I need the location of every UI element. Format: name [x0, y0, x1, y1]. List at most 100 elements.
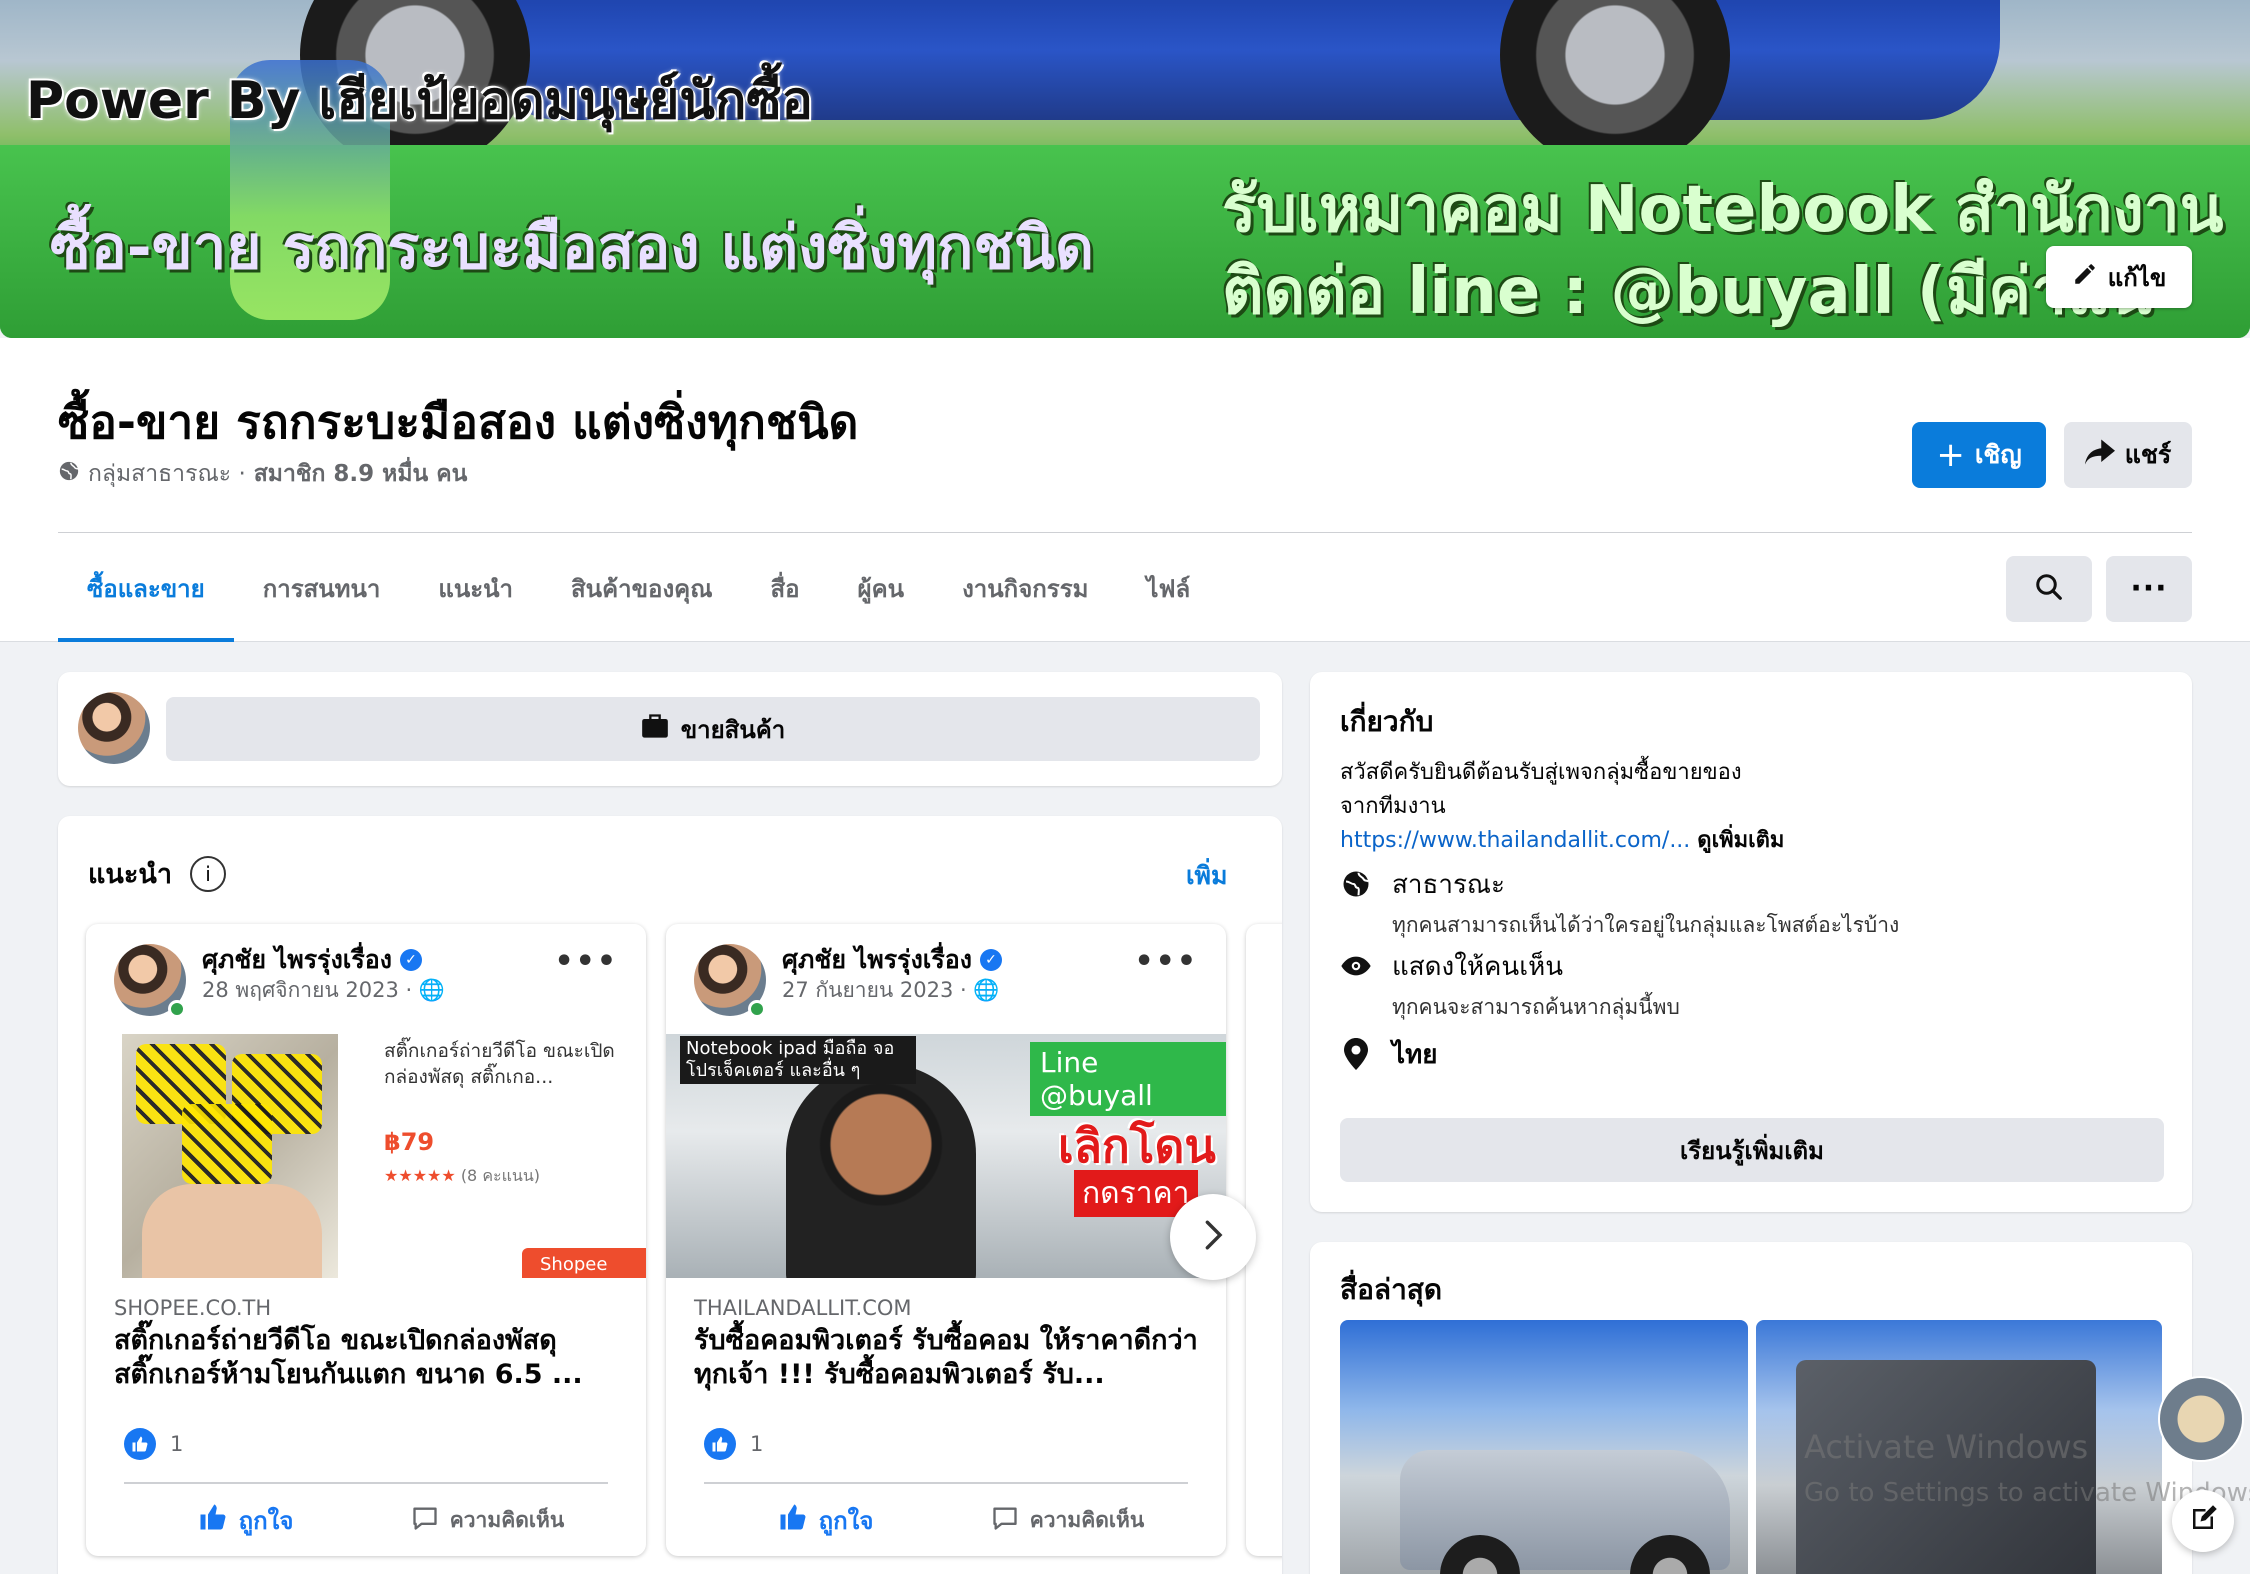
tab-media[interactable]: สื่อ [741, 534, 828, 642]
thumbs-up-icon [197, 1502, 229, 1538]
like-count: 1 [170, 1432, 184, 1456]
tape-roll-image [182, 1104, 272, 1184]
post-divider [124, 1482, 608, 1484]
post-divider [704, 1482, 1188, 1484]
share-label: แชร์ [2124, 440, 2172, 469]
post-link-preview[interactable]: Notebook ipad มือถือ จอ โปรเจ็คเตอร์ และ… [666, 1034, 1226, 1278]
invite-button[interactable]: + เชิญ [1912, 422, 2046, 488]
like-label: ถูกใจ [238, 1506, 294, 1535]
post-link-preview[interactable]: สติ๊กเกอร์ถ่ายวีดีโอ ขณะเปิดกล่องพัสดุ ส… [86, 1034, 646, 1278]
thumbnail-line-text: Line @buyall [1030, 1042, 1226, 1116]
suggested-title: แนะนำ [88, 859, 172, 890]
search-icon [2034, 572, 2064, 606]
invite-label: เชิญ [1974, 440, 2022, 469]
media-photo[interactable] [1340, 1320, 1748, 1574]
link-headline[interactable]: สติ๊กเกอร์ถ่ายวีดีโอ ขณะเปิดกล่องพัสดุ ส… [114, 1324, 624, 1392]
share-arrow-icon [2084, 439, 2115, 471]
about-link[interactable]: https://www.thailandallit.com/... [1340, 828, 1690, 853]
truck-door-image [1796, 1360, 2096, 1574]
about-title: เกี่ยวกับ [1340, 705, 1434, 738]
post-date-text[interactable]: 28 พฤศจิกายน 2023 · [202, 978, 412, 1002]
plus-icon: + [1936, 435, 1965, 475]
edit-cover-button[interactable]: แก้ไข [2046, 246, 2192, 308]
reaction-summary[interactable]: 1 [124, 1428, 183, 1460]
tab-events[interactable]: งานกิจกรรม [933, 534, 1117, 642]
user-avatar[interactable] [78, 692, 150, 764]
comment-bubble-icon [990, 1504, 1020, 1537]
person-image [786, 1064, 976, 1278]
like-reaction-icon [704, 1428, 736, 1460]
comment-bubble-icon [410, 1504, 440, 1537]
sell-composer: ขายสินค้า [58, 672, 1282, 786]
tab-discussion[interactable]: การสนทนา [234, 534, 410, 642]
video-thumbnail: Notebook ipad มือถือ จอ โปรเจ็คเตอร์ และ… [666, 1034, 1226, 1278]
like-button[interactable]: ถูกใจ [124, 1492, 366, 1548]
see-more-link[interactable]: เพิ่ม [1186, 856, 1228, 896]
product-price: ฿79 [384, 1128, 435, 1156]
product-image [122, 1034, 338, 1278]
reaction-summary[interactable]: 1 [704, 1428, 763, 1460]
post-options-icon[interactable]: ••• [554, 944, 618, 979]
suggested-post: ศุภชัย ไพรรุ่งเรื่อง ✓ 28 พฤศจิกายน 2023… [86, 924, 646, 1556]
info-icon[interactable]: i [189, 855, 226, 892]
more-options-button[interactable]: ··· [2106, 556, 2192, 622]
globe-icon [1340, 868, 1372, 900]
eye-icon [1340, 950, 1372, 982]
about-desc-line-1: สวัสดีครับยินดีต้อนรับสู่เพจกลุ่มซื้อขาย… [1340, 760, 1742, 785]
public-title: สาธารณะ [1392, 870, 1505, 900]
compose-icon [2188, 1504, 2218, 1538]
post-options-icon[interactable]: ••• [1134, 944, 1198, 979]
post-date-text[interactable]: 27 กันยายน 2023 · [782, 978, 967, 1002]
chat-head-avatar[interactable] [2158, 1376, 2244, 1462]
comment-label: ความคิดเห็น [1029, 1507, 1145, 1532]
activate-windows-watermark: Activate Windows [1804, 1428, 2089, 1466]
tab-your-items[interactable]: สินค้าของคุณ [542, 534, 741, 642]
see-more-button[interactable]: ดูเพิ่มเติม [1697, 828, 1784, 853]
group-header: ซื้อ-ขาย รถกระบะมือสอง แต่งซิ่งทุกชนิด ก… [0, 338, 2250, 642]
hand-image [142, 1184, 322, 1278]
cover-left-text: ซื้อ-ขาย รถกระบะมือสอง แต่งซิ่งทุกชนิด [50, 213, 1095, 283]
pencil-icon [2072, 261, 2098, 293]
tab-featured[interactable]: แนะนำ [409, 534, 542, 642]
like-button[interactable]: ถูกใจ [704, 1492, 946, 1548]
comment-button[interactable]: ความคิดเห็น [366, 1492, 608, 1548]
tab-files[interactable]: ไฟล์ [1117, 534, 1219, 642]
visible-title: แสดงให้คนเห็น [1392, 952, 1564, 982]
carousel-next-button[interactable] [1170, 1194, 1256, 1280]
verified-badge-icon: ✓ [399, 949, 422, 971]
learn-more-button[interactable]: เรียนรู้เพิ่มเติม [1340, 1118, 2164, 1182]
about-location-row: ไทย [1340, 1034, 1437, 1075]
suggested-section: แนะนำ i เพิ่ม ศุภชัย ไพรรุ่งเรื่อง ✓ 28 … [58, 816, 1282, 1574]
post-date[interactable]: 27 กันยายน 2023 · 🌐 [782, 974, 1000, 1007]
like-label: ถูกใจ [818, 1506, 874, 1535]
recent-media-card: สื่อล่าสุด [1310, 1242, 2192, 1574]
share-button[interactable]: แชร์ [2064, 422, 2192, 488]
group-title: ซื้อ-ขาย รถกระบะมือสอง แต่งซิ่งทุกชนิด [58, 395, 859, 449]
visible-description: ทุกคนจะสามารถค้นหากลุ่มนี้พบ [1392, 995, 1680, 1019]
post-date[interactable]: 28 พฤศจิกายน 2023 · 🌐 [202, 974, 445, 1007]
sell-item-button[interactable]: ขายสินค้า [166, 697, 1260, 761]
tab-people[interactable]: ผู้คน [829, 534, 934, 642]
about-description: สวัสดีครับยินดีต้อนรับสู่เพจกลุ่มซื้อขาย… [1340, 756, 2160, 858]
rating-stars: ★★★★★ [384, 1166, 456, 1185]
suggested-header: แนะนำ i [88, 852, 226, 895]
shopee-logo: Shopee [522, 1248, 646, 1278]
tab-buy-sell[interactable]: ซื้อและขาย [58, 534, 234, 642]
comment-label: ความคิดเห็น [449, 1507, 565, 1532]
group-meta: กลุ่มสาธารณะ · สมาชิก 8.9 หมื่น คน [58, 456, 467, 492]
public-description: ทุกคนสามารถเห็นได้ว่าใครอยู่ในกลุ่มและโพ… [1392, 913, 1900, 937]
group-members[interactable]: สมาชิก 8.9 หมื่น คน [254, 456, 468, 492]
link-headline[interactable]: รับซื้อคอมพิวเตอร์ รับซื้อคอม ให้ราคาดีก… [694, 1324, 1204, 1392]
about-desc-line-2: จากทีมงาน [1340, 794, 1446, 819]
like-reaction-icon [124, 1428, 156, 1460]
online-status-icon [168, 1000, 186, 1018]
about-visible-row: แสดงให้คนเห็น ทุกคนจะสามารถค้นหากลุ่มนี้… [1340, 946, 1680, 1024]
comment-button[interactable]: ความคิดเห็น [946, 1492, 1188, 1548]
about-public-row: สาธารณะ ทุกคนสามารถเห็นได้ว่าใครอยู่ในกล… [1340, 864, 1899, 942]
location-text: ไทย [1392, 1040, 1438, 1070]
new-message-button[interactable] [2172, 1490, 2234, 1552]
link-source: SHOPEE.CO.TH [114, 1296, 272, 1320]
about-card: เกี่ยวกับ สวัสดีครับยินดีต้อนรับสู่เพจกล… [1310, 672, 2192, 1212]
public-globe-icon: 🌐 [973, 978, 1000, 1002]
search-button[interactable] [2006, 556, 2092, 622]
